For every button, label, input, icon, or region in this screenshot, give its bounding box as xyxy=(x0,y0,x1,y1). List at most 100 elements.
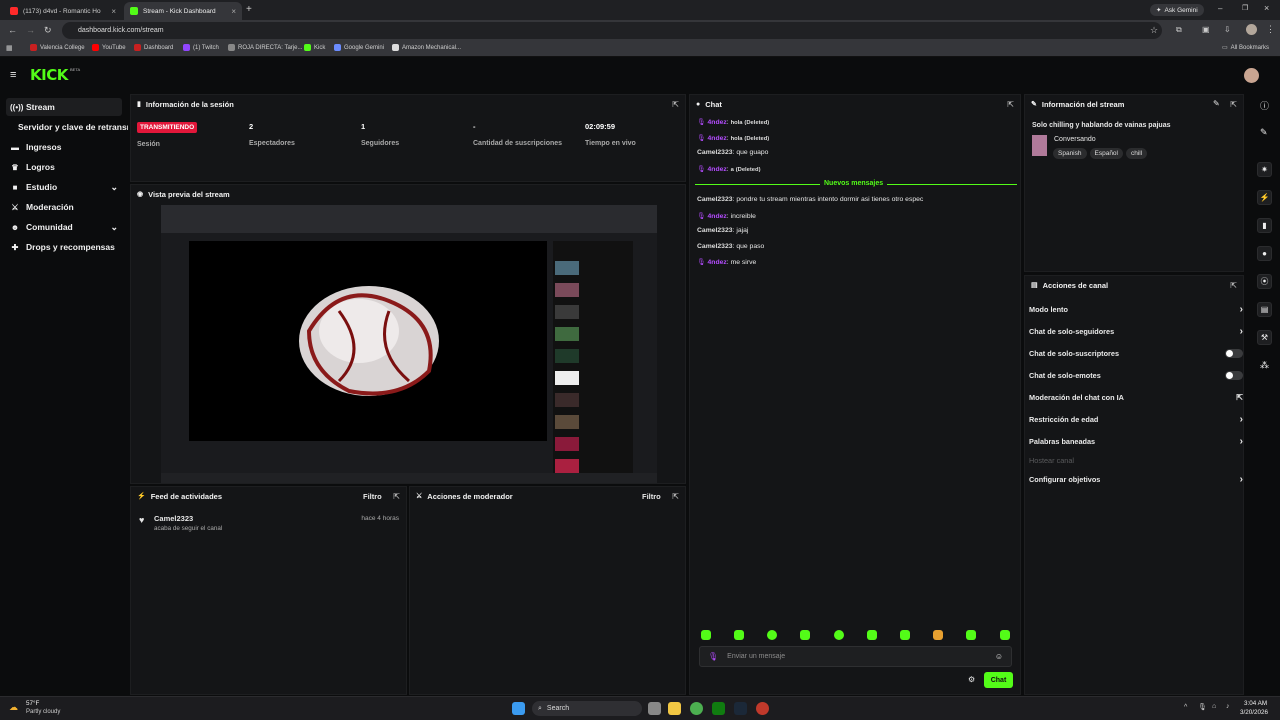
url-field[interactable]: dashboard.kick.com/stream xyxy=(62,22,1162,39)
menu-dots-icon[interactable]: ⋮ xyxy=(1266,24,1275,35)
tag[interactable]: Spanish xyxy=(1053,148,1087,159)
bookmark-item[interactable]: Kick xyxy=(304,44,325,51)
chat-icon[interactable]: ● xyxy=(1257,246,1272,261)
popout-icon[interactable]: ⇱ xyxy=(672,100,679,109)
sidebar-item-stream[interactable]: ((•)) Stream xyxy=(6,98,122,116)
maximize-icon[interactable]: ❐ xyxy=(1242,4,1248,12)
taskbar-search[interactable]: ⌕ Search xyxy=(532,701,642,716)
chat-input[interactable]: 🎙 Enviar un mensaje ☺ xyxy=(699,646,1012,667)
xbox-icon[interactable] xyxy=(712,702,725,715)
chat-username[interactable]: Camel2323 xyxy=(697,243,733,250)
bookmark-item[interactable]: Dashboard xyxy=(134,44,173,51)
subs-only-toggle[interactable] xyxy=(1225,348,1243,358)
activity-username[interactable]: Camel2323 xyxy=(154,514,193,523)
close-tab-icon[interactable]: × xyxy=(111,7,116,16)
chat-username[interactable]: 4ndez xyxy=(708,119,727,126)
close-window-icon[interactable]: × xyxy=(1264,3,1269,13)
chat-username[interactable]: 4ndez xyxy=(708,213,727,220)
minimize-icon[interactable]: – xyxy=(1218,4,1222,13)
sidebar-item-comunidad[interactable]: ☻ Comunidad ⌄ xyxy=(6,218,122,236)
emote-icon[interactable] xyxy=(701,630,711,640)
back-icon[interactable]: ← xyxy=(8,25,17,35)
lightning-icon[interactable]: ⚡ xyxy=(1257,190,1272,205)
stream-category[interactable]: Conversando xyxy=(1054,136,1096,143)
sidebar-item-moderacion[interactable]: ⚔ Moderación xyxy=(6,198,122,216)
popout-icon[interactable]: ⇱ xyxy=(1230,100,1237,109)
popout-icon[interactable]: ⇱ xyxy=(672,492,679,501)
pencil-icon[interactable]: ✎ xyxy=(1260,127,1268,138)
stream-preview-video[interactable] xyxy=(161,205,657,483)
file-explorer-icon[interactable] xyxy=(668,702,681,715)
emote-icon[interactable] xyxy=(767,630,777,640)
emote-icon[interactable] xyxy=(867,630,877,640)
chrome-icon[interactable] xyxy=(690,702,703,715)
task-view-icon[interactable] xyxy=(648,702,661,715)
windows-start-icon[interactable] xyxy=(512,702,525,715)
download-icon[interactable]: ⇩ xyxy=(1224,25,1231,34)
apps-grid-icon[interactable]: ▦ xyxy=(6,44,13,52)
kick-logo[interactable]: KICK xyxy=(30,66,68,84)
new-tab-button[interactable]: + xyxy=(246,4,252,15)
sidebar-item-server-key[interactable]: Servidor y clave de retransmisión xyxy=(14,118,128,136)
emote-icon[interactable] xyxy=(800,630,810,640)
sidebar-item-estudio[interactable]: ■ Estudio ⌄ xyxy=(6,178,122,196)
age-restriction-row[interactable]: Restricción de edad › xyxy=(1029,411,1243,427)
bookmark-item[interactable]: (1) Twitch xyxy=(183,44,219,51)
chat-username[interactable]: 4ndez xyxy=(708,135,727,142)
emote-icon[interactable] xyxy=(834,630,844,640)
chat-username[interactable]: Camel2323 xyxy=(697,227,733,234)
emotes-only-toggle[interactable] xyxy=(1225,370,1243,380)
mic-tray-icon[interactable]: 🎙 xyxy=(1198,703,1207,711)
popout-icon[interactable]: ⇱ xyxy=(393,492,400,501)
chat-username[interactable]: 4ndez xyxy=(708,166,727,173)
sidebar-item-ingresos[interactable]: ▬ Ingresos xyxy=(6,138,122,156)
tag[interactable]: Español xyxy=(1089,148,1123,159)
tray-chevron-icon[interactable]: ^ xyxy=(1184,704,1187,711)
emote-icon[interactable] xyxy=(933,630,943,640)
broadcast-icon[interactable]: ⦿ xyxy=(1257,274,1272,289)
profile-avatar[interactable] xyxy=(1246,24,1257,35)
info-circle-icon[interactable]: ⓘ xyxy=(1260,99,1269,112)
filter-button[interactable]: Filtro xyxy=(642,492,661,501)
sidebar-item-logros[interactable]: ♛ Logros xyxy=(6,158,122,176)
chat-username[interactable]: 4ndez xyxy=(708,259,727,266)
settings-gear-icon[interactable]: ⚙ xyxy=(968,675,975,684)
extensions-icon[interactable]: ⧉ xyxy=(1176,25,1182,35)
obs-icon[interactable] xyxy=(756,702,769,715)
popout-icon[interactable]: ⇱ xyxy=(1007,100,1014,109)
clip-icon[interactable]: ▮ xyxy=(1257,218,1272,233)
hamburger-menu-icon[interactable]: ≡ xyxy=(10,69,16,81)
tag[interactable]: chill xyxy=(1126,148,1148,159)
volume-icon[interactable]: ♪ xyxy=(1226,703,1230,710)
user-avatar[interactable] xyxy=(1244,68,1259,83)
ask-gemini-button[interactable]: ✦ Ask Gemini xyxy=(1150,4,1204,16)
all-bookmarks[interactable]: ▭ All Bookmarks xyxy=(1222,44,1269,52)
clock-date[interactable]: 3/20/2026 xyxy=(1240,709,1268,716)
filter-button[interactable]: Filtro xyxy=(363,492,382,501)
bookmark-item[interactable]: Google Gemini xyxy=(334,44,384,51)
edit-icon[interactable]: ✎ xyxy=(1213,99,1220,108)
chat-username[interactable]: Camel2323 xyxy=(697,149,733,156)
server-icon[interactable]: ▤ xyxy=(1257,302,1272,317)
popout-icon[interactable]: ⇱ xyxy=(1230,281,1237,290)
emoji-picker-icon[interactable]: ☺ xyxy=(995,652,1003,661)
emote-icon[interactable] xyxy=(966,630,976,640)
chat-send-button[interactable]: Chat xyxy=(984,672,1013,688)
forward-icon[interactable]: → xyxy=(26,25,35,35)
followers-only-row[interactable]: Chat de solo-seguidores › xyxy=(1029,323,1243,339)
clock-time[interactable]: 3:04 AM xyxy=(1244,700,1267,707)
network-icon[interactable]: ⌂ xyxy=(1212,703,1216,710)
banned-words-row[interactable]: Palabras baneadas › xyxy=(1029,433,1243,449)
bookmark-item[interactable]: Valencia College xyxy=(30,44,85,51)
emote-icon[interactable] xyxy=(900,630,910,640)
close-tab-icon[interactable]: × xyxy=(231,7,236,16)
slow-mode-row[interactable]: Modo lento › xyxy=(1029,301,1243,317)
tab-youtube[interactable]: (1173) d4vd - Romantic Ho × xyxy=(4,2,122,20)
share-icon[interactable]: ⁂ xyxy=(1260,360,1269,371)
emote-icon[interactable] xyxy=(1000,630,1010,640)
emote-icon[interactable] xyxy=(734,630,744,640)
goals-row[interactable]: Configurar objetivos › xyxy=(1029,471,1243,487)
ai-moderation-row[interactable]: Moderación del chat con IA ⇱ xyxy=(1029,389,1243,405)
raid-icon[interactable]: ✷ xyxy=(1257,162,1272,177)
bookmark-item[interactable]: Amazon Mechanical... xyxy=(392,44,461,51)
